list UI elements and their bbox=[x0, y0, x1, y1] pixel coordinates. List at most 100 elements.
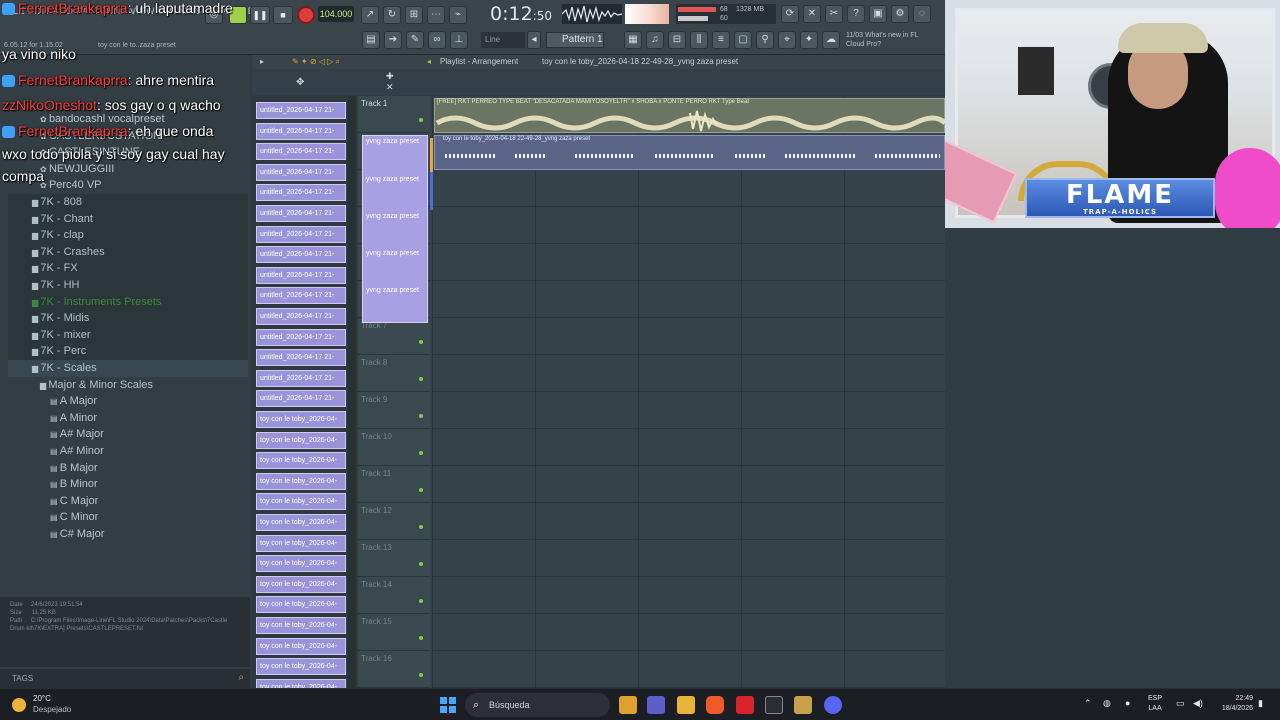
track-header[interactable]: Track 11 bbox=[358, 466, 430, 503]
chat-icon[interactable]: ◌ bbox=[913, 5, 931, 23]
clip-source[interactable]: untitled_2026-04-17 21- bbox=[256, 163, 346, 181]
save-icon[interactable]: ▣ bbox=[869, 5, 887, 23]
track-header[interactable]: Track 13 bbox=[358, 540, 430, 577]
track-mute-led[interactable] bbox=[419, 599, 423, 603]
pattern-selector[interactable]: Pattern 1 bbox=[546, 32, 604, 48]
file-explorer-icon[interactable] bbox=[677, 696, 695, 714]
browser-item[interactable]: ▆ 7K - Crashes bbox=[32, 246, 105, 258]
track-mute-led[interactable] bbox=[419, 340, 423, 344]
clip-source[interactable]: untitled_2026-04-17 21- bbox=[256, 143, 346, 161]
clip-source[interactable]: untitled_2026-04-17 21- bbox=[256, 225, 346, 243]
microphone-icon[interactable]: ● bbox=[1125, 698, 1130, 708]
channel-rack-icon[interactable]: ▦ bbox=[624, 31, 642, 49]
track-mute-led[interactable] bbox=[419, 377, 423, 381]
browser-item[interactable]: ▆ 7K - Instruments Presets bbox=[32, 296, 161, 308]
cloud-icon[interactable]: ☁ bbox=[822, 31, 840, 49]
arrow-right-icon[interactable]: ➔ bbox=[384, 31, 402, 49]
track-mute-led[interactable] bbox=[419, 562, 423, 566]
chat-username[interactable]: FernetBrankaprra bbox=[18, 123, 128, 139]
track-header[interactable]: Track 7 bbox=[358, 318, 430, 355]
browser-icon[interactable]: ≡ bbox=[712, 31, 730, 49]
browser-item[interactable]: ▆ 7K - Perc bbox=[32, 345, 86, 357]
browser-item[interactable]: ✿ Perc40 VP bbox=[40, 179, 102, 191]
track-header[interactable]: Track 10 bbox=[358, 429, 430, 466]
loop-record-icon[interactable]: ↻ bbox=[383, 6, 401, 24]
clip-source[interactable]: toy con le toby_2026-04- bbox=[256, 617, 346, 634]
track-header[interactable]: Track 9 bbox=[358, 392, 430, 429]
track-mute-led[interactable] bbox=[419, 414, 423, 418]
browser-item[interactable]: ▆ Major & Minor Scales bbox=[40, 379, 153, 391]
volume-icon[interactable]: ◀) bbox=[1193, 698, 1203, 709]
audio-clip-recording[interactable]: toy con le toby_2026-04-18 22-49-28_yvng… bbox=[434, 135, 945, 170]
browser-item[interactable]: ▆ 7K - FX bbox=[32, 262, 78, 274]
discord-icon[interactable] bbox=[824, 696, 842, 714]
browser-item[interactable]: ▤ B Major bbox=[50, 462, 98, 474]
chat-username[interactable]: FernetBrankaprra bbox=[18, 72, 128, 88]
link-icon[interactable]: ∞ bbox=[428, 31, 446, 49]
refresh-icon[interactable]: ⟳ bbox=[781, 5, 799, 23]
chat-username[interactable]: zzNikoOneshot bbox=[2, 97, 97, 113]
line-mode-select[interactable]: Line bbox=[481, 32, 525, 48]
browser-item[interactable]: ▤ C Minor bbox=[50, 511, 98, 523]
clip-source[interactable]: untitled_2026-04-17 21- bbox=[256, 122, 346, 140]
browser-item[interactable]: ▆ 7K - Scales bbox=[32, 362, 97, 374]
track-mute-led[interactable] bbox=[419, 451, 423, 455]
add-track-icon[interactable]: ✚ bbox=[386, 71, 394, 82]
brave-icon[interactable] bbox=[706, 696, 724, 714]
search-icon[interactable]: ⌕ bbox=[238, 672, 244, 683]
taskbar-search[interactable]: ⌕ Búsqueda bbox=[465, 693, 610, 717]
blend-notes-icon[interactable]: ⋯ bbox=[427, 6, 445, 24]
browser-item[interactable]: ▆ 7K - Chant bbox=[32, 213, 93, 225]
track-mute-led[interactable] bbox=[419, 525, 423, 529]
clip-source[interactable]: toy con le toby_2026-04- bbox=[256, 452, 346, 470]
cut-icon[interactable]: ✂ bbox=[825, 5, 843, 23]
browser-item[interactable]: ▆ 7K - HH bbox=[32, 279, 80, 291]
help-icon[interactable]: ? bbox=[847, 5, 865, 23]
clip-source[interactable]: untitled_2026-04-17 21- bbox=[256, 266, 346, 284]
start-button[interactable] bbox=[440, 697, 456, 713]
playlist-timeline[interactable]: ✥ ✚ ✕ bbox=[252, 69, 945, 95]
plugin-icon[interactable]: ⚲ bbox=[756, 31, 774, 49]
browser-item[interactable]: ✿ NEWJUGGIII bbox=[40, 163, 114, 175]
browser-item[interactable]: ▆ 7K - mixer bbox=[32, 329, 91, 341]
clip-source[interactable]: toy con le toby_2026-04- bbox=[256, 555, 346, 573]
app-red-icon[interactable] bbox=[736, 696, 754, 714]
clip-source[interactable]: toy con le toby_2026-04- bbox=[256, 534, 346, 552]
browser-item[interactable]: ▤ C Major bbox=[50, 495, 98, 507]
track-header[interactable]: Track 14 bbox=[358, 577, 430, 614]
clip-source[interactable]: toy con le toby_2026-04- bbox=[256, 596, 346, 614]
close-icon[interactable]: ✕ bbox=[386, 82, 394, 93]
obs-icon[interactable]: ◍ bbox=[1103, 698, 1111, 709]
clip-source[interactable]: untitled_2026-04-17 21- bbox=[256, 246, 346, 264]
clip-source[interactable]: untitled_2026-04-17 21- bbox=[256, 369, 346, 387]
browser-item[interactable]: ▤ B Minor bbox=[50, 478, 98, 490]
folder-icon[interactable] bbox=[794, 696, 812, 714]
browser-item[interactable]: ▤ A Major bbox=[50, 395, 97, 407]
step-edit-icon[interactable]: ⊞ bbox=[405, 6, 423, 24]
playlist-icon[interactable]: ▤ bbox=[362, 31, 380, 49]
track-mute-led[interactable] bbox=[419, 636, 423, 640]
language-indicator[interactable]: ESP LAA bbox=[1148, 694, 1162, 714]
capcut-icon[interactable] bbox=[765, 696, 783, 714]
clip-source[interactable]: untitled_2026-04-17 21- bbox=[256, 328, 346, 346]
clip-source[interactable]: untitled_2026-04-17 21- bbox=[256, 184, 346, 202]
move-icon[interactable]: ✥ bbox=[296, 77, 304, 88]
pencil-icon[interactable]: ✎ bbox=[406, 31, 424, 49]
clip-source[interactable]: toy con le toby_2026-04- bbox=[256, 514, 346, 531]
browser-item[interactable]: ▆ 7K - 808 bbox=[32, 196, 82, 208]
clip-source[interactable]: untitled_2026-04-17 21- bbox=[256, 287, 346, 305]
track-mute-led[interactable] bbox=[419, 118, 423, 122]
browser-item[interactable]: ▆ 7K - Midis bbox=[32, 312, 89, 324]
clip-source[interactable]: toy con le toby_2026-04- bbox=[256, 575, 346, 593]
track-header[interactable]: Track 16 bbox=[358, 651, 430, 688]
clip-source[interactable]: untitled_2026-04-17 21- bbox=[256, 205, 346, 222]
clip-source[interactable]: toy con le toby_2026-04- bbox=[256, 493, 346, 511]
settings-icon[interactable]: ⚙ bbox=[891, 5, 909, 23]
track-mute-led[interactable] bbox=[419, 673, 423, 677]
browser-item[interactable]: ▤ A# Major bbox=[50, 428, 104, 440]
tool-icons[interactable]: ✎ ✦ ⊘ ◁ ▷ ⌕ bbox=[292, 57, 340, 67]
fl-studio-icon[interactable] bbox=[619, 696, 637, 714]
audio-clip-beat[interactable]: [FREE] RKT PERREO TYPE BEAT "DESACATADA … bbox=[434, 98, 946, 133]
clip-source[interactable]: toy con le toby_2026-04- bbox=[256, 431, 346, 449]
browser-item[interactable]: ▤ C# Major bbox=[50, 528, 104, 540]
